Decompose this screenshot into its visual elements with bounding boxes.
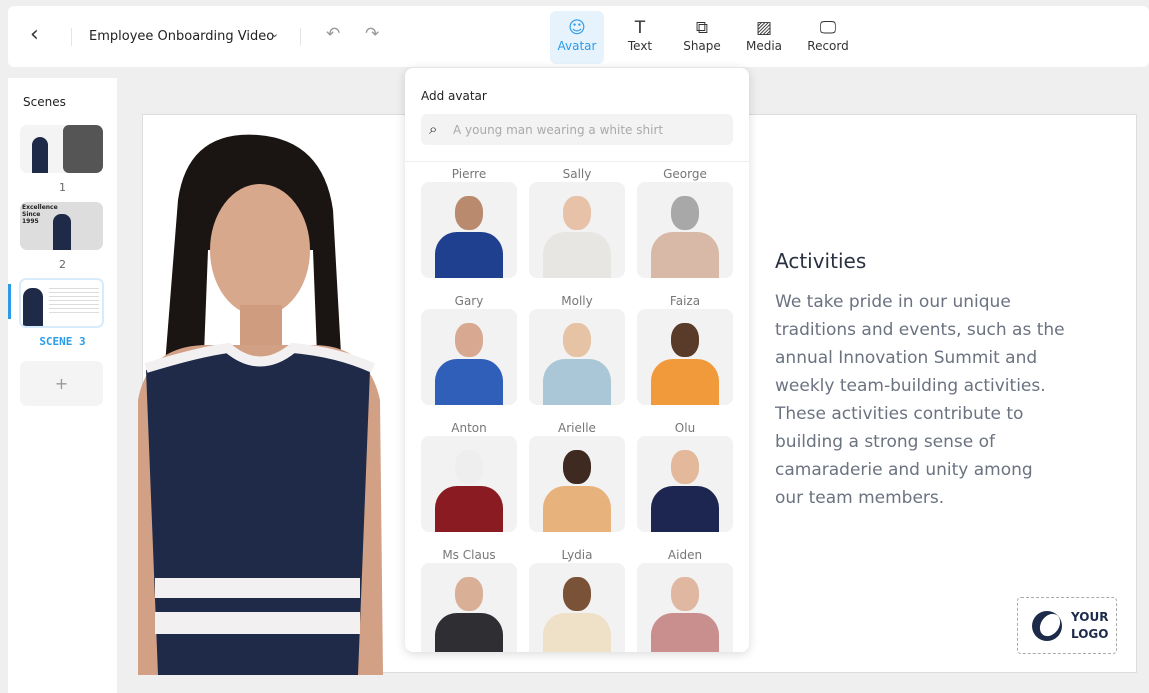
media-icon: ▨ (755, 18, 773, 38)
divider (405, 161, 749, 162)
avatar-name: Aiden (667, 548, 703, 562)
avatar-image[interactable] (421, 309, 517, 405)
panel-title: Add avatar (421, 89, 487, 103)
add-scene-button[interactable]: + (20, 361, 103, 406)
avatar-image[interactable] (529, 563, 625, 652)
search-icon: ⌕ (429, 120, 438, 138)
avatar-name: Pierre (451, 167, 487, 181)
avatar-image[interactable] (529, 436, 625, 532)
avatar-option[interactable]: George (637, 167, 733, 278)
avatar-option[interactable]: Ms Claus (421, 548, 517, 652)
scene-thumbnail-2[interactable]: Excellence Since 1995 (20, 202, 103, 250)
avatar-option[interactable]: Anton (421, 421, 517, 532)
scene-thumbnail-1[interactable] (20, 125, 103, 173)
scene-number: 2 (59, 258, 66, 271)
avatar-name: Lydia (561, 548, 593, 562)
avatar-name: Ms Claus (442, 548, 496, 562)
activities-heading[interactable]: Activities (775, 249, 866, 273)
avatar-option[interactable]: Arielle (529, 421, 625, 532)
logo-placeholder[interactable]: YOUR LOGO (1017, 597, 1117, 654)
avatar-image[interactable] (637, 436, 733, 532)
avatar-name: Olu (674, 421, 696, 435)
top-toolbar: ‹ Employee Onboarding Video ⌄ ↶ ↷ ☺ Avata… (8, 6, 1149, 67)
avatar-name: Gary (454, 294, 484, 308)
avatar-image[interactable] (529, 309, 625, 405)
tool-media[interactable]: ▨ Media (737, 11, 791, 64)
avatar-option[interactable]: Olu (637, 421, 733, 532)
avatar-name: Molly (561, 294, 593, 308)
add-avatar-panel: Add avatar ⌕ Pierre Sally George Gary Mo… (405, 68, 749, 652)
tool-label: Shape (683, 39, 721, 53)
scenes-title: Scenes (23, 95, 66, 109)
logo-text: YOUR LOGO (1071, 610, 1109, 641)
scenes-sidebar: Scenes 1 Excellence Since 1995 2 SCENE 3… (8, 78, 117, 693)
text-icon: T (634, 18, 646, 38)
record-icon: 🖵 (819, 18, 837, 38)
scene-number: 1 (59, 181, 66, 194)
scene-thumbnail-3[interactable] (19, 278, 104, 328)
avatar-option[interactable]: Pierre (421, 167, 517, 278)
undo-button[interactable]: ↶ (326, 24, 340, 44)
tool-avatar[interactable]: ☺ Avatar (550, 11, 604, 64)
avatar-image[interactable] (637, 182, 733, 278)
divider (71, 28, 72, 46)
active-indicator (8, 284, 11, 319)
avatar-option[interactable]: Lydia (529, 548, 625, 652)
avatar-image[interactable] (637, 309, 733, 405)
scene-thumb-text: Excellence Since 1995 (22, 204, 58, 225)
activities-body[interactable]: We take pride in our unique traditions a… (775, 288, 1065, 512)
avatar-option[interactable]: Sally (529, 167, 625, 278)
project-title[interactable]: Employee Onboarding Video (89, 29, 274, 44)
redo-button[interactable]: ↷ (365, 24, 379, 44)
avatar-option[interactable]: Molly (529, 294, 625, 405)
avatar-option[interactable]: Aiden (637, 548, 733, 652)
avatar-search-input[interactable] (421, 114, 733, 145)
avatar-icon: ☺ (568, 18, 586, 38)
tool-shape[interactable]: ⧉ Shape (675, 11, 729, 64)
scene-number-active: SCENE 3 (39, 335, 86, 348)
shape-icon: ⧉ (695, 18, 709, 38)
chevron-down-icon[interactable]: ⌄ (270, 27, 279, 40)
avatar-image[interactable] (637, 563, 733, 652)
logo-mark (1032, 611, 1062, 641)
back-button[interactable]: ‹ (30, 22, 39, 47)
avatar-image[interactable] (421, 563, 517, 652)
tool-label: Avatar (557, 39, 597, 53)
avatar-name: George (663, 167, 707, 181)
divider (300, 28, 301, 46)
tool-label: Text (627, 39, 653, 53)
tool-record[interactable]: 🖵 Record (801, 11, 855, 64)
presenter-avatar[interactable] (118, 130, 418, 675)
avatar-image[interactable] (529, 182, 625, 278)
avatar-name: Faiza (669, 294, 701, 308)
tool-text[interactable]: T Text (613, 11, 667, 64)
tool-label: Record (807, 39, 849, 53)
avatar-option[interactable]: Gary (421, 294, 517, 405)
avatar-image[interactable] (421, 182, 517, 278)
avatar-image[interactable] (421, 436, 517, 532)
avatar-name: Arielle (558, 421, 596, 435)
tool-label: Media (745, 39, 783, 53)
avatar-name: Sally (562, 167, 592, 181)
avatar-option[interactable]: Faiza (637, 294, 733, 405)
avatar-name: Anton (451, 421, 487, 435)
